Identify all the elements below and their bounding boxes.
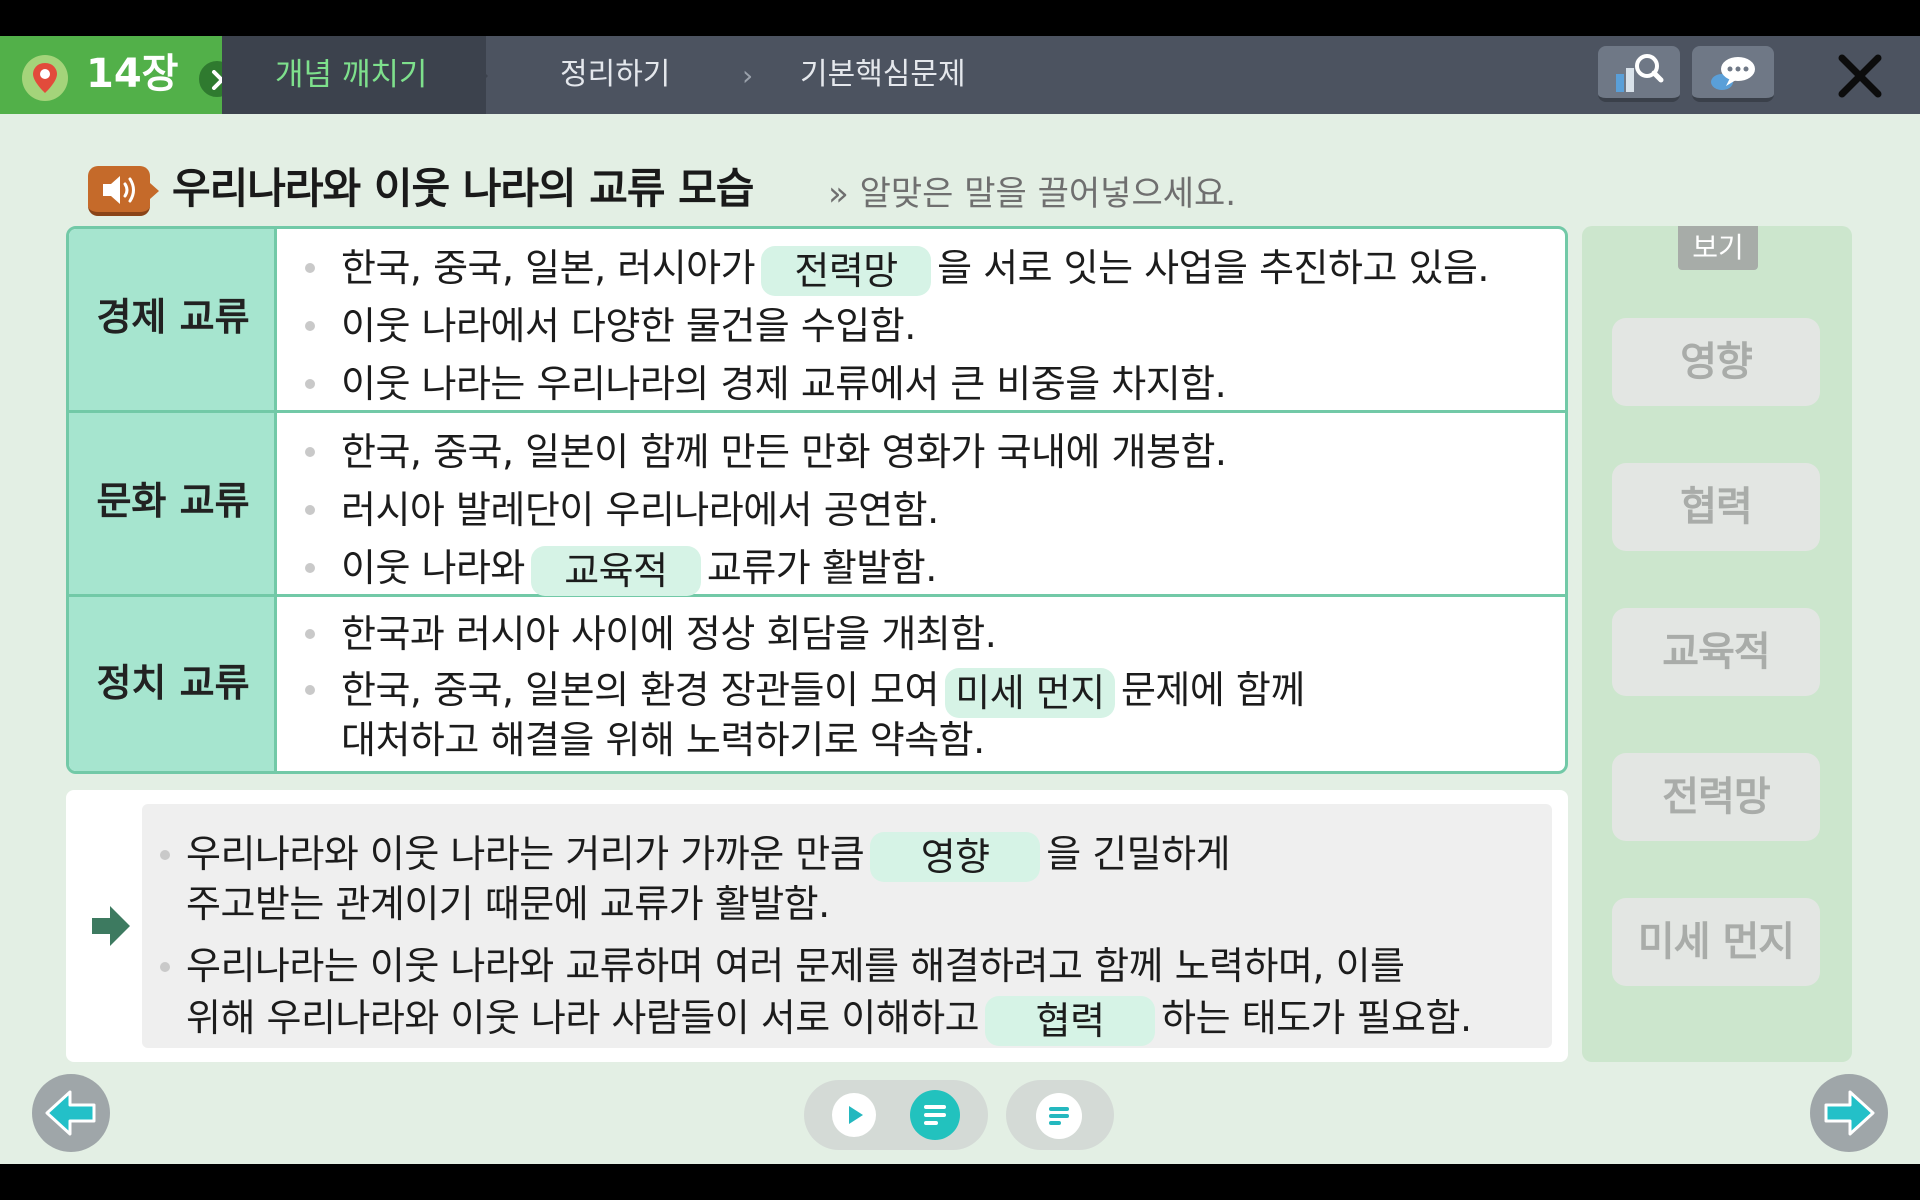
bullet <box>305 263 315 273</box>
line-culture-2: 러시아 발레단이 우리나라에서 공연함. <box>341 488 939 532</box>
script-button[interactable] <box>910 1090 960 1140</box>
play-button[interactable] <box>832 1093 876 1137</box>
close-button[interactable] <box>1830 50 1890 102</box>
category-politics: 정치 교류 <box>96 661 250 705</box>
tab-separator: › <box>742 59 754 92</box>
summary-2-line-1: 우리나라는 이웃 나라와 교류하며 여러 문제를 해결하려고 함께 노력하며, … <box>186 944 1405 988</box>
category-economy: 경제 교류 <box>96 295 250 339</box>
instruction-text: » 알맞은 말을 끌어넣으세요. <box>828 174 1237 214</box>
line-culture-3: 이웃 나라와 교육적 교류가 활발함. <box>341 544 937 596</box>
line-text: 하는 태도가 필요함. <box>1161 996 1472 1040</box>
summary-panel: 우리나라와 이웃 나라는 거리가 가까운 만큼 영향 을 긴밀하게 주고받는 관계이… <box>142 804 1552 1048</box>
bullet <box>160 850 170 860</box>
tab-active-arrow <box>478 66 488 86</box>
map-pin-icon[interactable] <box>22 55 68 101</box>
answer-blank-influence[interactable]: 영향 <box>870 831 1041 882</box>
close-icon <box>1838 54 1882 98</box>
line-text: 이웃 나라와 <box>341 546 525 590</box>
category-cell: 문화 교류 <box>69 413 277 594</box>
playback-controls <box>804 1080 988 1150</box>
line-economy-3: 이웃 나라는 우리나라의 경제 교류에서 큰 비중을 차지함. <box>341 362 1227 406</box>
answer-blank-cooperation[interactable]: 협력 <box>985 995 1156 1046</box>
bullet <box>305 321 315 331</box>
bullet <box>305 629 315 639</box>
tab-concept-label[interactable]: 개념 깨치기 <box>275 54 427 96</box>
list-icon <box>1049 1107 1069 1125</box>
line-text: 한국, 중국, 일본의 환경 장관들이 모여 <box>341 668 939 712</box>
note-controls <box>1006 1080 1114 1150</box>
line-text: 한국, 중국, 일본, 러시아가 <box>341 246 756 290</box>
word-bank-label: 보기 <box>1678 226 1758 270</box>
speaker-button[interactable] <box>88 166 150 216</box>
answer-blank-educational[interactable]: 교육적 <box>530 545 701 596</box>
prev-page-button[interactable] <box>32 1074 110 1152</box>
tab-summary[interactable]: 정리하기 <box>560 54 670 96</box>
next-page-button[interactable] <box>1810 1074 1888 1152</box>
bullet <box>305 379 315 389</box>
row-politics: 정치 교류 한국과 러시아 사이에 정상 회담을 개최함. 한국, 중국, 일본… <box>69 597 1565 771</box>
arrow-right-icon <box>92 906 130 946</box>
category-cell: 경제 교류 <box>69 229 277 410</box>
top-navigation-bar: 14장 개념 깨치기 정리하기 › 기본핵심문제 <box>0 36 1920 114</box>
tab-core-problems[interactable]: 기본핵심문제 <box>800 54 966 96</box>
bullet <box>160 962 170 972</box>
answer-blank-power-grid[interactable]: 전력망 <box>761 245 932 296</box>
lesson-screen: 14장 개념 깨치기 정리하기 › 기본핵심문제 우리나라와 이웃 나라의 교류… <box>0 36 1920 1164</box>
chapter-badge: 14장 <box>0 36 222 114</box>
word-chip-educational[interactable]: 교육적 <box>1612 608 1820 696</box>
bullet <box>305 685 315 695</box>
line-culture-1: 한국, 중국, 일본이 함께 만든 만화 영화가 국내에 개봉함. <box>341 430 1227 474</box>
bullet <box>305 505 315 515</box>
search-button[interactable] <box>1598 46 1680 102</box>
speaker-tail <box>150 183 159 199</box>
line-text: 문제에 함께 <box>1120 668 1305 712</box>
line-text: 을 긴밀하게 <box>1046 832 1231 876</box>
word-chip-influence[interactable]: 영향 <box>1612 318 1820 406</box>
search-icon <box>1616 54 1664 92</box>
line-economy-2: 이웃 나라에서 다양한 물건을 수입함. <box>341 304 916 348</box>
chat-button[interactable] <box>1692 46 1774 102</box>
line-text: 교류가 활발함. <box>706 546 937 590</box>
line-text: 을 서로 잇는 사업을 추진하고 있음. <box>937 246 1489 290</box>
summary-1-line-1: 우리나라와 이웃 나라는 거리가 가까운 만큼 영향 을 긴밀하게 <box>186 830 1231 882</box>
line-politics-3: 대처하고 해결을 위해 노력하기로 약속함. <box>341 718 985 762</box>
speaker-icon <box>103 176 135 204</box>
word-chip-fine-dust[interactable]: 미세 먼지 <box>1612 898 1820 986</box>
arrow-right-icon <box>1824 1090 1875 1136</box>
bullet <box>305 447 315 457</box>
list-icon <box>924 1105 946 1125</box>
answer-blank-fine-dust[interactable]: 미세 먼지 <box>944 667 1115 718</box>
word-chip-cooperation[interactable]: 협력 <box>1612 463 1820 551</box>
category-culture: 문화 교류 <box>96 479 250 523</box>
line-text: 위해 우리나라와 이웃 나라 사람들이 서로 이해하고 <box>186 996 980 1040</box>
category-cell: 정치 교류 <box>69 597 277 771</box>
word-bank: 보기 영향 협력 교육적 전력망 미세 먼지 <box>1582 226 1852 1062</box>
summary-box: 우리나라와 이웃 나라는 거리가 가까운 만큼 영향 을 긴밀하게 주고받는 관계이… <box>66 790 1568 1062</box>
summary-2-line-2: 위해 우리나라와 이웃 나라 사람들이 서로 이해하고 협력 하는 태도가 필요함. <box>186 994 1472 1046</box>
line-politics-2: 한국, 중국, 일본의 환경 장관들이 모여 미세 먼지 문제에 함께 <box>341 666 1305 718</box>
play-icon <box>849 1106 863 1124</box>
row-culture: 문화 교류 한국, 중국, 일본이 함께 만든 만화 영화가 국내에 개봉함. … <box>69 413 1565 597</box>
word-chip-power-grid[interactable]: 전력망 <box>1612 753 1820 841</box>
chat-icon <box>1711 57 1755 90</box>
row-economy: 경제 교류 한국, 중국, 일본, 러시아가 전력망 을 서로 잇는 사업을 추진하… <box>69 229 1565 413</box>
page-title: 우리나라와 이웃 나라의 교류 모습 <box>172 164 754 213</box>
exchange-table: 경제 교류 한국, 중국, 일본, 러시아가 전력망 을 서로 잇는 사업을 추진하… <box>66 226 1568 774</box>
line-politics-1: 한국과 러시아 사이에 정상 회담을 개최함. <box>341 612 997 656</box>
bullet <box>305 563 315 573</box>
note-button[interactable] <box>1036 1093 1082 1139</box>
chapter-label: 14장 <box>86 51 179 97</box>
line-economy-1: 한국, 중국, 일본, 러시아가 전력망 을 서로 잇는 사업을 추진하고 있음. <box>341 244 1489 296</box>
line-text: 우리나라와 이웃 나라는 거리가 가까운 만큼 <box>186 832 865 876</box>
summary-1-line-2: 주고받는 관계이기 때문에 교류가 활발함. <box>186 882 830 926</box>
arrow-left-icon <box>45 1090 96 1136</box>
